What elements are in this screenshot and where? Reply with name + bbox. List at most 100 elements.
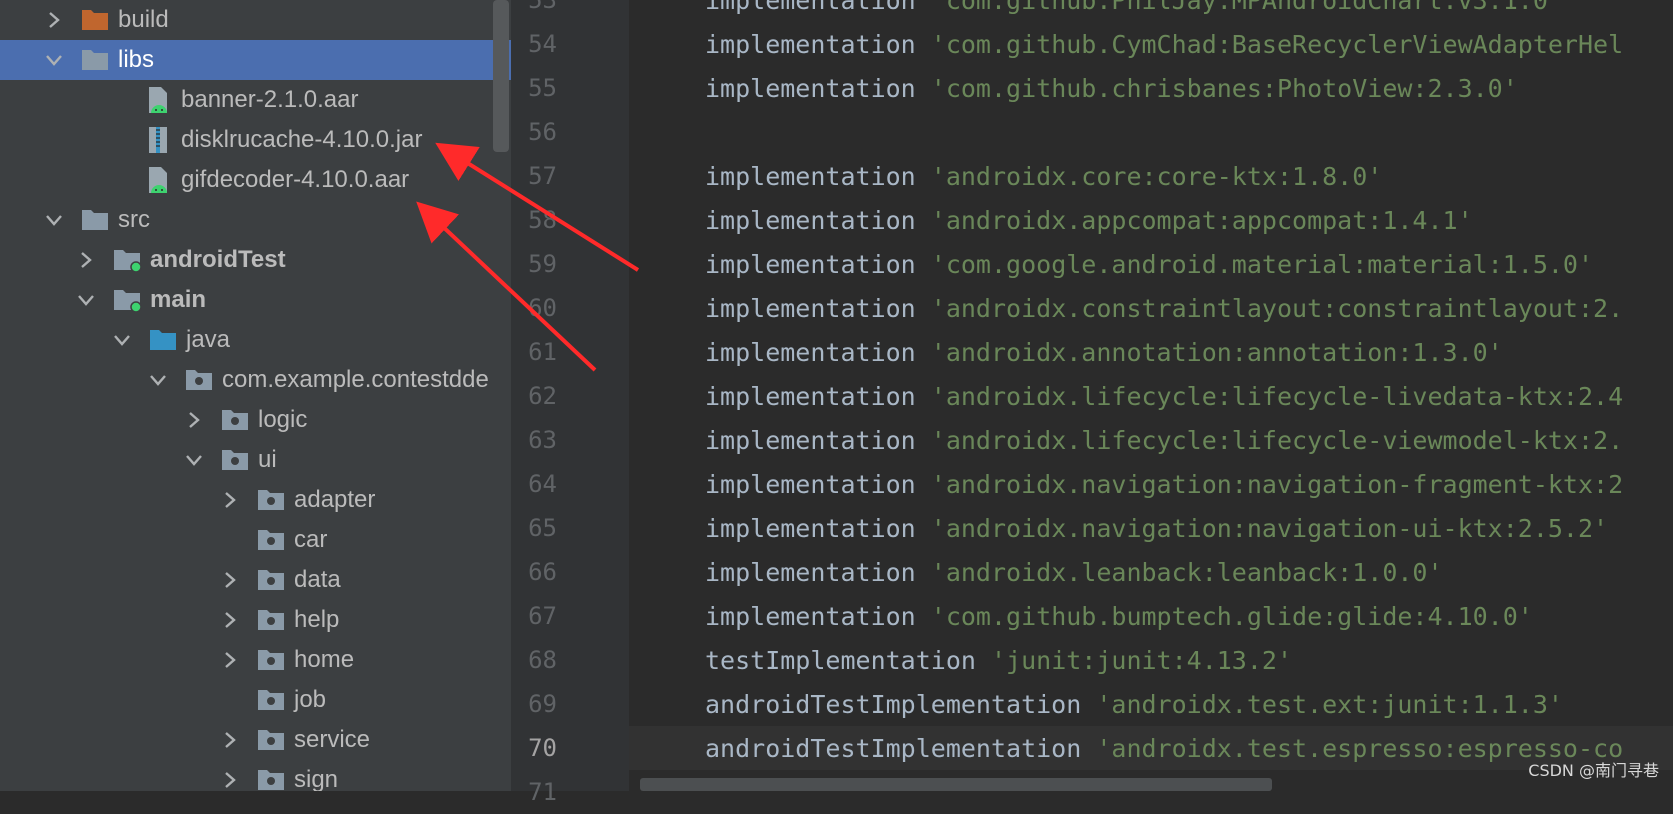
aar-file-icon <box>143 166 173 194</box>
tree-item-logic[interactable]: logic <box>0 400 511 440</box>
tree-item-disklrucache-4-10-0-jar[interactable]: disklrucache-4.10.0.jar <box>0 120 511 160</box>
code-content: implementation 'androidx.core:core-ktx:1… <box>705 162 1382 191</box>
tree-item-car[interactable]: car <box>0 520 511 560</box>
code-line[interactable]: androidTestImplementation 'androidx.test… <box>629 682 1673 726</box>
tree-item-libs[interactable]: libs <box>0 40 511 80</box>
tree-item-label: gifdecoder-4.10.0.aar <box>181 166 410 193</box>
code-keyword: implementation <box>705 205 931 235</box>
code-string: 'androidx.navigation:navigation-ui-ktx:2… <box>930 513 1609 543</box>
code-keyword: implementation <box>705 29 931 59</box>
tree-item-sign[interactable]: sign <box>0 760 511 791</box>
code-string: 'androidx.test.ext:junit:1.1.3' <box>1096 689 1563 719</box>
package-icon <box>256 726 286 754</box>
tree-item-label: logic <box>258 406 308 433</box>
code-content: androidTestImplementation 'androidx.test… <box>705 690 1563 719</box>
line-number: 69 <box>528 690 557 718</box>
tree-item-com-example-contestdde[interactable]: com.example.contestdde <box>0 360 511 400</box>
jar-file-icon <box>143 126 173 154</box>
tree-item-ui[interactable]: ui <box>0 440 511 480</box>
source-folder-icon <box>148 326 178 354</box>
line-number: 53 <box>528 0 557 14</box>
tree-item-label: disklrucache-4.10.0.jar <box>181 126 423 153</box>
tree-item-androidtest[interactable]: androidTest <box>0 240 511 280</box>
code-keyword: androidTestImplementation <box>705 733 1097 763</box>
tree-item-label: src <box>118 206 150 233</box>
code-line[interactable]: implementation 'androidx.navigation:navi… <box>629 506 1673 550</box>
tree-scrollbar[interactable] <box>493 0 509 152</box>
chevron-down-icon[interactable] <box>148 365 168 395</box>
module-folder-icon <box>112 286 142 314</box>
code-keyword: implementation <box>705 161 931 191</box>
folder-icon <box>80 206 110 234</box>
code-line[interactable]: implementation 'androidx.leanback:leanba… <box>629 550 1673 594</box>
code-keyword: androidTestImplementation <box>705 689 1097 719</box>
tree-item-job[interactable]: job <box>0 680 511 720</box>
code-line[interactable] <box>629 110 1673 154</box>
chevron-down-icon[interactable] <box>184 445 204 475</box>
line-number: 60 <box>528 294 557 322</box>
code-line[interactable]: implementation 'com.github.chrisbanes:Ph… <box>629 66 1673 110</box>
tree-item-label: service <box>294 726 371 753</box>
chevron-right-icon[interactable] <box>44 5 64 35</box>
code-content: implementation 'androidx.constraintlayou… <box>705 294 1623 323</box>
code-string: 'androidx.appcompat:appcompat:1.4.1' <box>930 205 1473 235</box>
tree-item-service[interactable]: service <box>0 720 511 760</box>
code-line[interactable]: implementation 'androidx.annotation:anno… <box>629 330 1673 374</box>
chevron-right-icon[interactable] <box>184 405 204 435</box>
code-line[interactable]: implementation 'com.github.CymChad:BaseR… <box>629 22 1673 66</box>
code-keyword: implementation <box>705 513 931 543</box>
chevron-right-icon[interactable] <box>76 245 96 275</box>
chevron-down-icon[interactable] <box>76 285 96 315</box>
tree-item-adapter[interactable]: adapter <box>0 480 511 520</box>
code-string: 'androidx.core:core-ktx:1.8.0' <box>930 161 1383 191</box>
tree-item-help[interactable]: help <box>0 600 511 640</box>
code-keyword: implementation <box>705 249 931 279</box>
line-number: 70 <box>528 734 557 762</box>
line-number: 58 <box>528 206 557 234</box>
chevron-right-icon[interactable] <box>220 605 240 635</box>
code-editor[interactable]: implementation 'com.github.PhilJay:MPAnd… <box>629 0 1673 791</box>
tree-item-gifdecoder-4-10-0-aar[interactable]: gifdecoder-4.10.0.aar <box>0 160 511 200</box>
chevron-down-icon[interactable] <box>44 45 64 75</box>
tree-item-src[interactable]: src <box>0 200 511 240</box>
code-line[interactable]: implementation 'com.github.bumptech.glid… <box>629 594 1673 638</box>
code-line[interactable]: implementation 'com.github.PhilJay:MPAnd… <box>629 0 1673 22</box>
chevron-right-icon[interactable] <box>220 645 240 675</box>
chevron-right-icon[interactable] <box>220 485 240 515</box>
tree-item-label: libs <box>118 46 155 73</box>
code-content: implementation 'androidx.navigation:navi… <box>705 514 1608 543</box>
watermark: CSDN @南门寻巷 <box>1528 761 1659 780</box>
code-string: 'com.github.bumptech.glide:glide:4.10.0' <box>930 601 1533 631</box>
code-keyword: implementation <box>705 293 931 323</box>
chevron-right-icon[interactable] <box>220 765 240 791</box>
code-string: 'junit:junit:4.13.2' <box>990 645 1293 675</box>
code-line[interactable]: implementation 'androidx.appcompat:appco… <box>629 198 1673 242</box>
code-keyword: implementation <box>705 557 931 587</box>
code-line[interactable]: implementation 'com.google.android.mater… <box>629 242 1673 286</box>
line-number: 63 <box>528 426 557 454</box>
editor-horizontal-scrollbar[interactable] <box>640 778 1272 791</box>
code-line[interactable]: testImplementation 'junit:junit:4.13.2' <box>629 638 1673 682</box>
code-line[interactable]: implementation 'androidx.core:core-ktx:1… <box>629 154 1673 198</box>
tree-item-main[interactable]: main <box>0 280 511 320</box>
chevron-right-icon[interactable] <box>220 725 240 755</box>
tree-item-home[interactable]: home <box>0 640 511 680</box>
code-line[interactable]: implementation 'androidx.lifecycle:lifec… <box>629 418 1673 462</box>
tree-item-data[interactable]: data <box>0 560 511 600</box>
chevron-down-icon[interactable] <box>112 325 132 355</box>
folder-icon <box>80 46 110 74</box>
code-line[interactable]: implementation 'androidx.lifecycle:lifec… <box>629 374 1673 418</box>
tree-item-label: main <box>150 286 207 313</box>
tree-item-banner-2-1-0-aar[interactable]: banner-2.1.0.aar <box>0 80 511 120</box>
tree-item-java[interactable]: java <box>0 320 511 360</box>
code-line[interactable]: implementation 'androidx.navigation:navi… <box>629 462 1673 506</box>
code-line[interactable]: androidTestImplementation 'androidx.test… <box>629 726 1673 770</box>
tree-item-build[interactable]: build <box>0 0 511 40</box>
code-line[interactable]: implementation 'androidx.constraintlayou… <box>629 286 1673 330</box>
code-content: implementation 'androidx.annotation:anno… <box>705 338 1503 367</box>
chevron-down-icon[interactable] <box>44 205 64 235</box>
chevron-right-icon[interactable] <box>220 565 240 595</box>
